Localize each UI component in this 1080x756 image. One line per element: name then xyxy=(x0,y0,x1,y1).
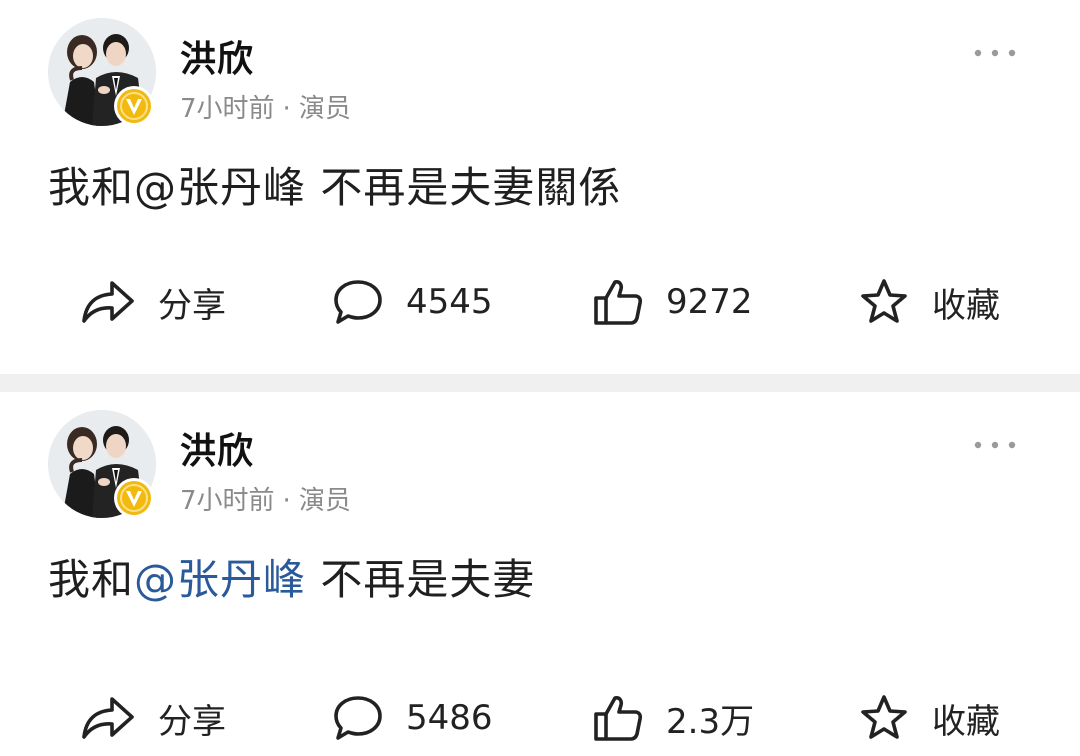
author-label: 演员 xyxy=(298,486,351,516)
post-meta: 7小时前 · 演员 xyxy=(180,480,351,517)
feed-post: 洪欣 7小时前 · 演员 我和@张丹峰 不再是夫妻關係 分享 4545 9272… xyxy=(0,0,1080,374)
star-icon xyxy=(861,695,907,739)
comment-bubble-icon xyxy=(334,280,382,324)
post-text-prefix: 我和 xyxy=(48,163,135,212)
verified-badge-icon xyxy=(114,478,154,518)
post-time: 7小时前 xyxy=(180,486,275,516)
mention-link[interactable]: @张丹峰 xyxy=(134,555,306,604)
favorite-label: 收藏 xyxy=(932,701,1000,742)
more-dots-icon xyxy=(974,49,1016,57)
post-divider xyxy=(0,374,1080,392)
post-text-prefix: 我和 xyxy=(48,555,135,604)
action-bar: 分享 4545 9272 收藏 xyxy=(0,270,1080,334)
share-arrow-icon xyxy=(82,281,134,323)
post-text-suffix: 不再是夫妻關係 xyxy=(306,163,622,212)
post-meta: 7小时前 · 演员 xyxy=(180,88,351,125)
share-label: 分享 xyxy=(158,701,226,742)
author-name[interactable]: 洪欣 xyxy=(180,30,254,82)
mention-link[interactable]: @张丹峰 xyxy=(134,163,306,212)
share-button[interactable]: 分享 xyxy=(80,270,226,334)
meta-separator: · xyxy=(282,486,291,516)
thumbs-up-icon xyxy=(594,696,643,741)
share-label: 分享 xyxy=(158,285,226,326)
share-arrow-icon xyxy=(82,697,134,739)
favorite-button[interactable]: 收藏 xyxy=(858,686,1000,750)
thumbs-up-icon xyxy=(594,280,643,325)
like-count: 9272 xyxy=(666,282,753,322)
comment-count: 5486 xyxy=(406,698,493,738)
avatar[interactable] xyxy=(48,18,156,126)
avatar[interactable] xyxy=(48,410,156,518)
more-options-button[interactable] xyxy=(970,40,1020,66)
feed-post: 洪欣 7小时前 · 演员 我和@张丹峰 不再是夫妻 分享 5486 2.3万 收… xyxy=(0,392,1080,756)
comment-count: 4545 xyxy=(406,282,493,322)
comment-button[interactable]: 4545 xyxy=(332,270,493,334)
like-count: 2.3万 xyxy=(666,701,755,742)
author-name[interactable]: 洪欣 xyxy=(180,422,254,474)
comment-button[interactable]: 5486 xyxy=(332,686,493,750)
post-text-suffix: 不再是夫妻 xyxy=(306,555,536,604)
post-text: 我和@张丹峰 不再是夫妻關係 xyxy=(48,154,621,215)
like-button[interactable]: 2.3万 xyxy=(592,686,754,750)
favorite-button[interactable]: 收藏 xyxy=(858,270,1000,334)
action-bar: 分享 5486 2.3万 收藏 xyxy=(0,686,1080,750)
like-button[interactable]: 9272 xyxy=(592,270,753,334)
more-dots-icon xyxy=(974,441,1016,449)
favorite-label: 收藏 xyxy=(932,285,1000,326)
post-time: 7小时前 xyxy=(180,94,275,124)
share-button[interactable]: 分享 xyxy=(80,686,226,750)
meta-separator: · xyxy=(282,94,291,124)
author-label: 演员 xyxy=(298,94,351,124)
more-options-button[interactable] xyxy=(970,432,1020,458)
verified-badge-icon xyxy=(114,86,154,126)
post-text: 我和@张丹峰 不再是夫妻 xyxy=(48,546,535,607)
star-icon xyxy=(861,279,907,323)
comment-bubble-icon xyxy=(334,696,382,740)
